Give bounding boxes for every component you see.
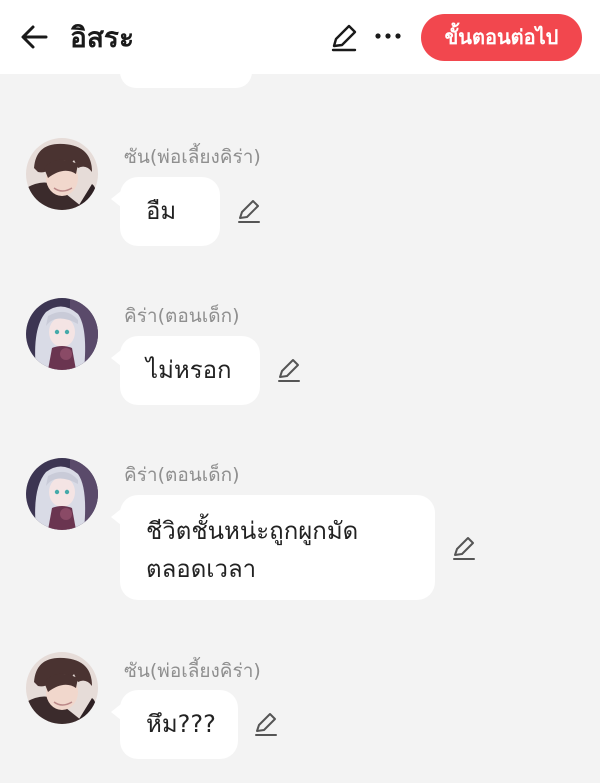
dark-haired-boy-avatar [26,652,98,724]
edit-pencil-icon[interactable] [328,22,360,54]
edit-message-pencil-icon[interactable] [450,534,478,562]
more-options-icon[interactable] [372,20,404,52]
edit-message-pencil-icon[interactable] [275,356,303,384]
avatar[interactable] [26,138,98,210]
message-text: อืม [146,197,177,225]
edit-message-pencil-icon[interactable] [235,197,263,225]
sender-name: คิร่า(ตอนเด็ก) [124,305,240,327]
avatar[interactable] [26,652,98,724]
edit-message-pencil-icon[interactable] [252,710,280,738]
message-text-line: ชีวิตชั้นหน่ะถูกผูกมัด [146,517,359,545]
message-bubble[interactable]: ชีวิตชั้นหน่ะถูกผูกมัด ตลอดเวลา [111,495,435,600]
dark-haired-boy-avatar [26,138,98,210]
message-text-line: ตลอดเวลา [146,555,257,583]
sender-name: ซัน(พ่อเลี้ยงคิร่า) [124,660,261,682]
page-title: อิสระ [70,21,134,54]
message-text: หึม??? [146,710,216,738]
sender-name: คิร่า(ตอนเด็ก) [124,464,240,486]
avatar[interactable] [26,298,98,370]
next-step-button[interactable]: ขั้นตอนต่อไป [421,14,582,61]
silver-haired-girl-avatar [26,298,98,370]
avatar[interactable] [26,458,98,530]
silver-haired-girl-avatar [26,458,98,530]
top-bar: อิสระ ขั้นตอนต่อไป [0,0,600,74]
message-bubble[interactable]: อืม [111,177,220,246]
sender-name: ซัน(พ่อเลี้ยงคิร่า) [124,146,261,168]
message-bubble[interactable]: ไม่หรอก [111,336,260,405]
back-arrow-icon[interactable] [18,20,52,54]
message-bubble[interactable]: หึม??? [111,690,238,759]
message-text: ไม่หรอก [146,356,232,384]
